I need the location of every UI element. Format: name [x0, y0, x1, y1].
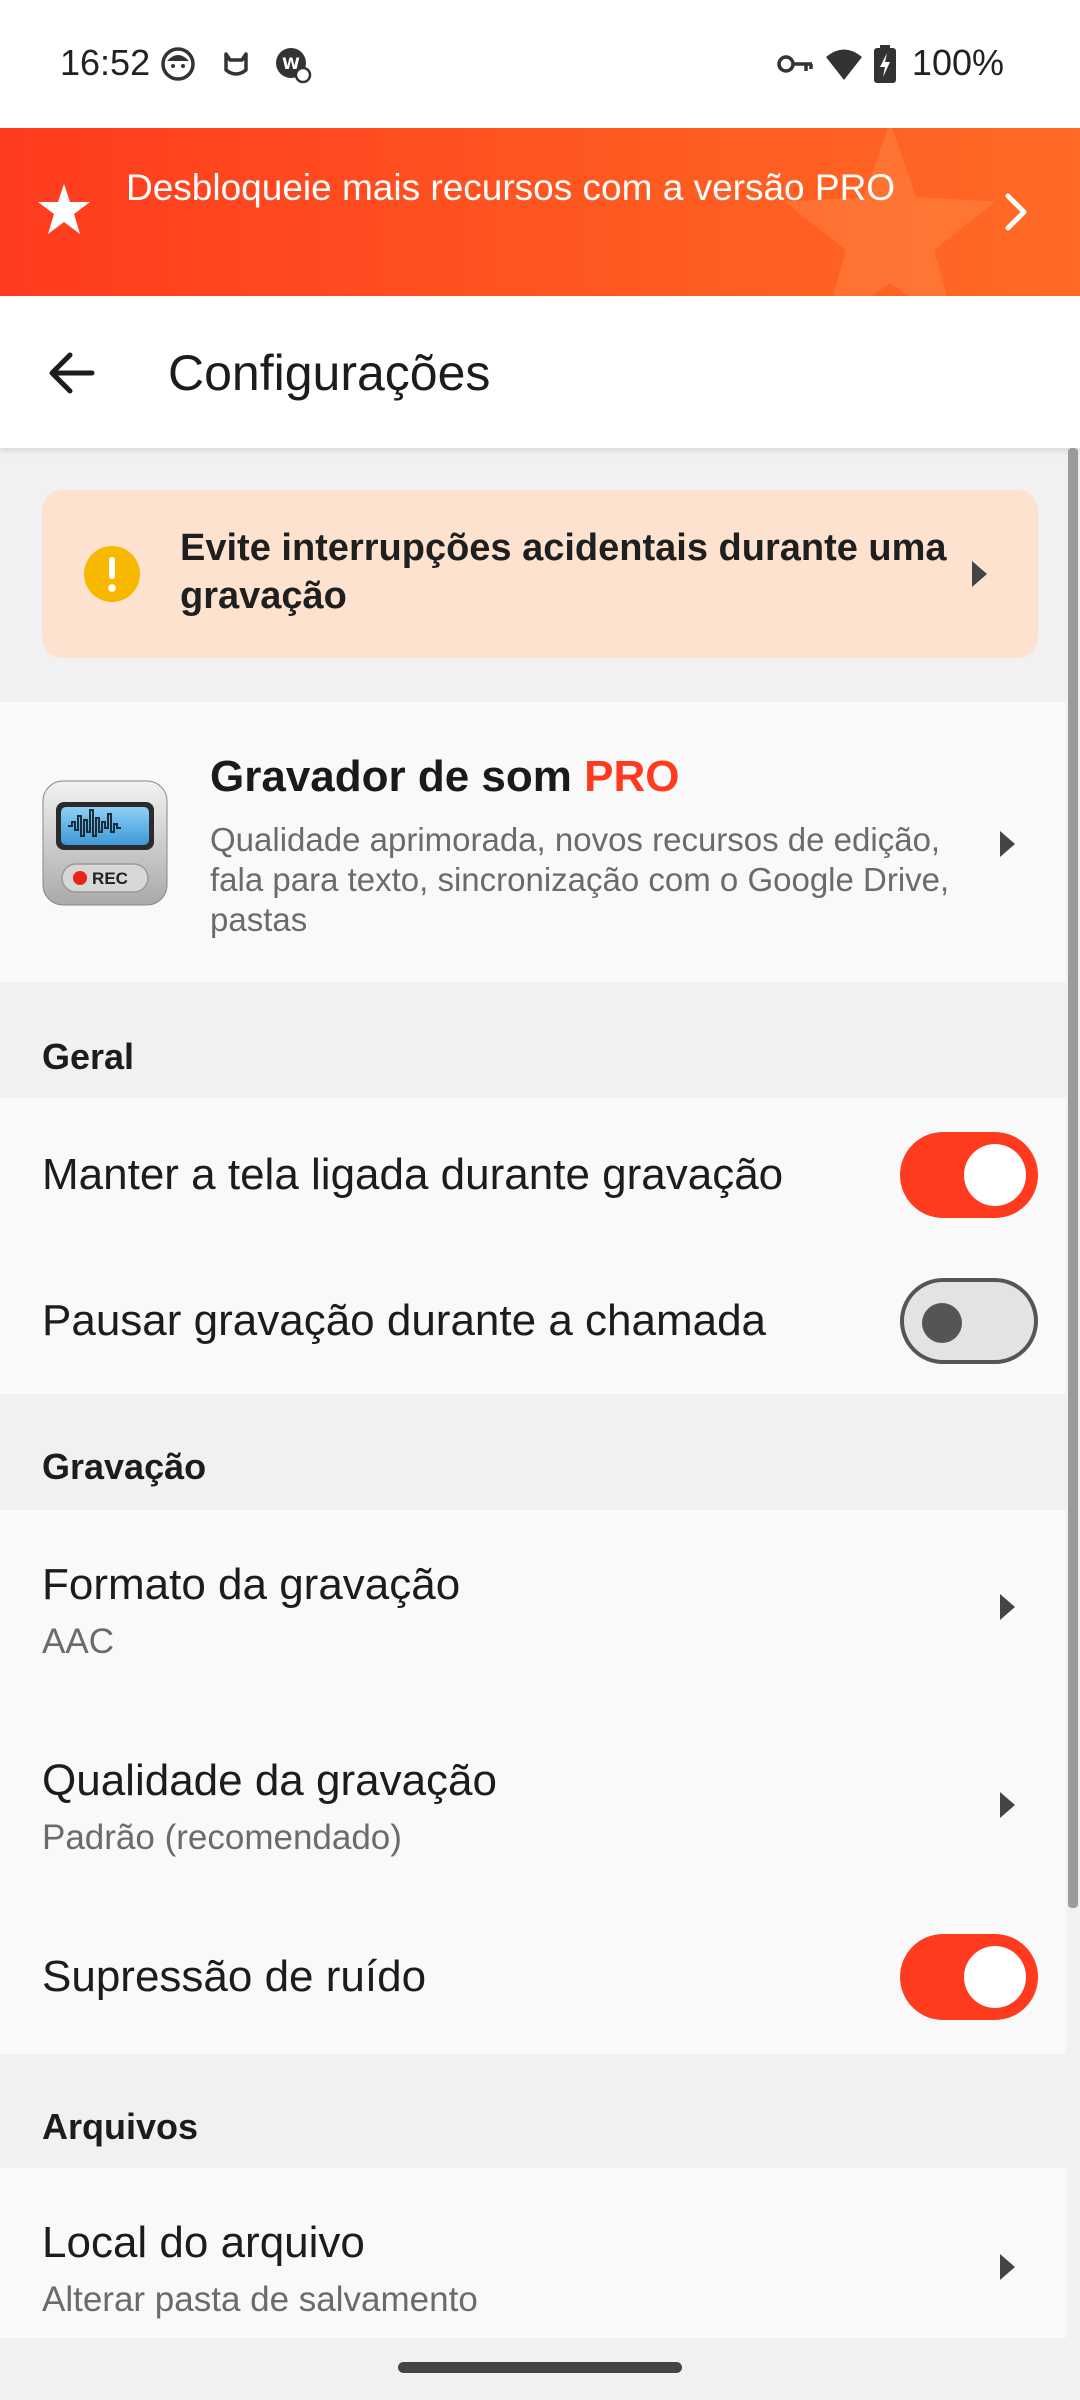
general-settings-group: Manter a tela ligada durante gravação Pa…: [0, 1098, 1066, 1394]
pro-card-title: Gravador de som PRO: [210, 752, 680, 802]
section-header-general: Geral: [42, 1036, 135, 1077]
face-icon: [161, 47, 195, 81]
file-location-value: Alterar pasta de salvamento: [42, 2280, 478, 2319]
battery-percent: 100%: [911, 42, 1004, 83]
key-icon: [777, 55, 813, 73]
section-header-files: Arquivos: [42, 2106, 199, 2147]
status-time: 16:52: [60, 42, 151, 83]
pause-on-call-label: Pausar gravação durante a chamada: [42, 1296, 767, 1345]
file-location-label: Local do arquivo: [42, 2218, 365, 2267]
chevron-right-icon: [1000, 1792, 1015, 1818]
alert-text: Evite interrupções acidentais durante um…: [180, 527, 947, 617]
chevron-right-icon: [1000, 831, 1015, 857]
pro-card-title-text: Gravador de som: [210, 752, 572, 801]
chevron-right-icon: [1005, 193, 1027, 231]
recording-quality-row[interactable]: Qualidade da gravação Padrão (recomendad…: [0, 1706, 1066, 1902]
recording-format-label: Formato da gravação: [42, 1560, 461, 1609]
recording-quality-label: Qualidade da gravação: [42, 1756, 497, 1805]
rec-label: REC: [92, 869, 128, 888]
arrow-left-icon[interactable]: [28, 328, 118, 418]
chevron-right-icon: [1000, 2254, 1015, 2280]
wifi-icon: [826, 49, 862, 80]
scrollbar[interactable]: [1068, 448, 1078, 1908]
switch-knob: [922, 1303, 962, 1343]
noise-suppression-label: Supressão de ruído: [42, 1952, 427, 2001]
star-icon: [38, 184, 90, 234]
chevron-right-icon: [972, 561, 987, 587]
recording-format-value: AAC: [42, 1622, 114, 1661]
pause-on-call-switch[interactable]: [900, 1278, 1038, 1364]
pro-upgrade-banner[interactable]: Desbloqueie mais recursos com a versão P…: [0, 128, 1080, 296]
gesture-nav-handle[interactable]: [398, 2362, 682, 2373]
section-header-recording: Gravação: [42, 1446, 207, 1487]
interruption-alert-card[interactable]: Evite interrupções acidentais durante um…: [42, 490, 1038, 658]
warning-icon: [84, 546, 140, 602]
recording-format-row[interactable]: Formato da gravação AAC: [0, 1510, 1066, 1706]
files-settings-group: Local do arquivo Alterar pasta de salvam…: [0, 2168, 1066, 2338]
recording-settings-group: Formato da gravação AAC Qualidade da gra…: [0, 1510, 1066, 2054]
recording-quality-value: Padrão (recomendado): [42, 1818, 402, 1857]
switch-knob: [964, 1144, 1026, 1206]
battery-charging-icon: [874, 45, 896, 83]
pro-accent-label: PRO: [584, 752, 680, 801]
vpn-badge-icon: W: [276, 48, 312, 84]
file-location-row[interactable]: Local do arquivo Alterar pasta de salvam…: [0, 2168, 1066, 2338]
noise-suppression-switch[interactable]: [900, 1934, 1038, 2020]
app-bar: Configurações: [0, 296, 1080, 448]
switch-knob: [964, 1946, 1026, 2008]
cat-icon: [224, 52, 248, 76]
pro-card-subtitle: Qualidade aprimorada, novos recursos de …: [210, 821, 950, 938]
pro-promo-card[interactable]: REC Gravador de som PRO Qualidade aprimo…: [0, 702, 1066, 982]
status-bar: 16:52 W 100%: [0, 0, 1080, 128]
chevron-right-icon: [1000, 1594, 1015, 1620]
banner-star-watermark-icon: [784, 128, 996, 296]
keep-screen-on-switch[interactable]: [900, 1132, 1038, 1218]
keep-screen-on-label: Manter a tela ligada durante gravação: [42, 1150, 784, 1199]
page-title: Configurações: [168, 345, 491, 401]
recorder-app-icon: REC: [42, 780, 168, 906]
promo-text: Desbloqueie mais recursos com a versão P…: [126, 167, 896, 208]
